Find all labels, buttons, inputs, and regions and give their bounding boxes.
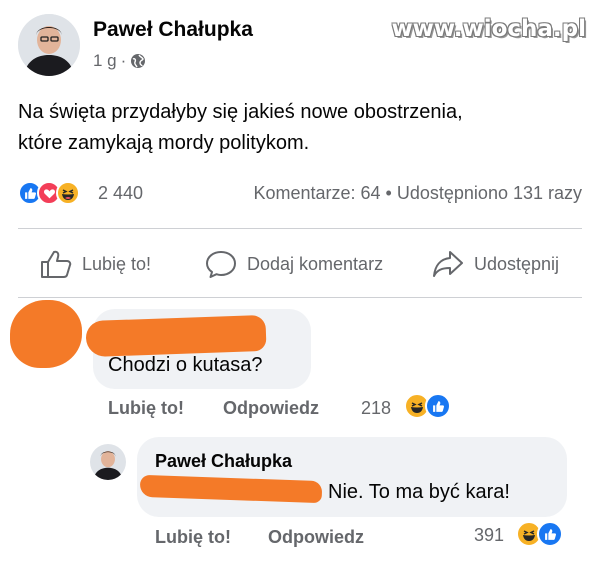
post-text-line: które zamykają mordy politykom. [18,132,310,154]
post-body: Na święta przydałyby się jakieś nowe obo… [18,97,588,159]
like-button[interactable]: Lubię to! [40,244,151,284]
reply-reaction-count[interactable]: 391 [474,525,504,546]
commenter-avatar-redacted[interactable] [10,300,82,368]
comment-reply-link[interactable]: Odpowiedz [223,398,319,419]
author-avatar[interactable] [18,14,80,76]
comment-icon [206,251,236,278]
share-icon [433,251,463,277]
reply-author-name[interactable]: Paweł Chałupka [155,451,292,472]
divider [18,228,582,229]
share-button-label: Udostępnij [474,253,560,274]
like-reaction-icon [425,393,451,419]
post-meta: 1 g · [93,51,146,71]
globe-icon [131,54,146,68]
meta-separator: · [120,51,127,70]
haha-reaction-icon [56,181,80,205]
share-button[interactable]: Udostępnij [432,244,559,284]
avatar-photo [90,444,126,480]
like-reaction-icon [537,521,563,547]
post-author-name[interactable]: Paweł Chałupka [93,18,253,42]
reply-text: Nie. To ma być kara! [328,481,510,503]
comment-button-label: Dodaj komentarz [247,253,384,274]
comments-count-link[interactable]: Komentarze: 64 [253,183,380,203]
reply-reply-link[interactable]: Odpowiedz [268,527,364,548]
avatar-photo [18,14,80,76]
comment-like-link[interactable]: Lubię to! [108,398,184,419]
post-stats: Komentarze: 64 • Udostępniono 131 razy [253,183,582,204]
comment-button[interactable]: Dodaj komentarz [205,244,383,284]
divider [18,297,582,298]
watermark: www.wiocha.pl [391,16,586,42]
stats-separator: • [385,183,392,203]
commenter-name-redacted [85,314,267,358]
reply-like-link[interactable]: Lubię to! [155,527,231,548]
comment-reaction-icons[interactable] [404,393,451,419]
shares-count-link[interactable]: Udostępniono 131 razy [397,183,582,203]
reaction-count[interactable]: 2 440 [98,183,143,204]
like-button-label: Lubię to! [82,253,152,274]
thumbs-up-icon [41,250,72,278]
comment-reaction-count[interactable]: 218 [361,398,391,419]
reply-reaction-icons[interactable] [516,521,563,547]
reply-author-avatar[interactable] [90,444,126,480]
reaction-icons[interactable] [18,181,80,205]
post-text-line: Na święta przydałyby się jakieś nowe obo… [18,101,463,123]
post-time[interactable]: 1 g [93,51,117,71]
comment-text: Chodzi o kutasa? [108,354,263,376]
